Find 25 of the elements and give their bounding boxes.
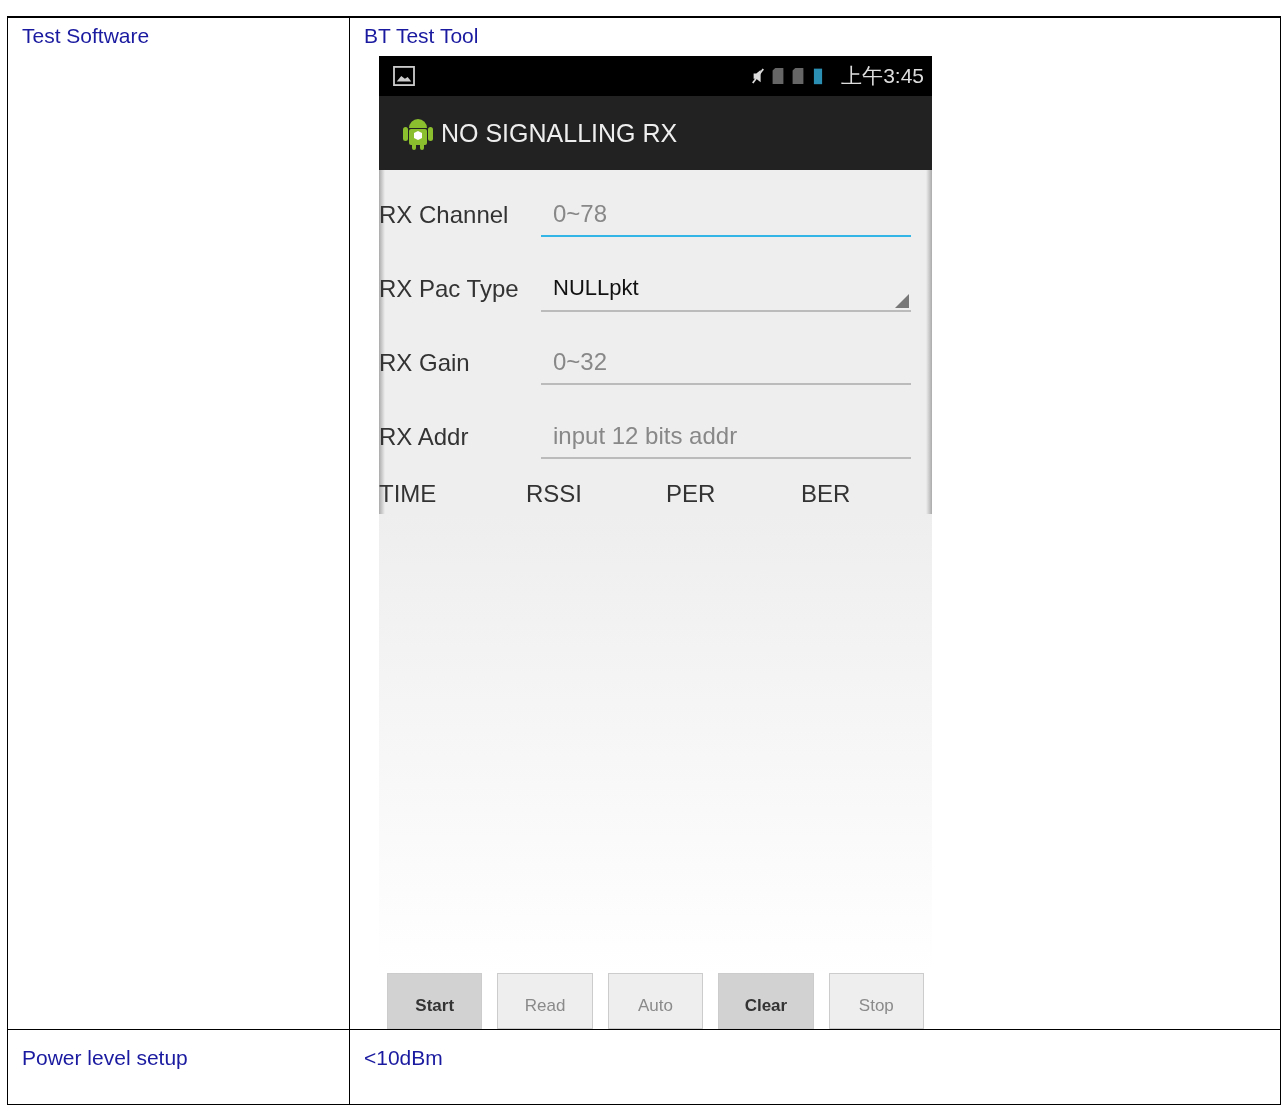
row-value: <10dBm <box>364 1046 443 1069</box>
field-label: RX Pac Type <box>379 275 520 303</box>
field-label: RX Channel <box>379 201 510 229</box>
input-field[interactable]: 0~32 <box>541 341 911 385</box>
sim-card-icon <box>771 67 786 85</box>
action-button[interactable]: Clear <box>718 973 814 1029</box>
field-label: RX Gain <box>379 349 471 377</box>
image-icon <box>393 66 415 86</box>
column-header: TIME <box>379 480 438 508</box>
column-header: PER <box>666 480 717 508</box>
muted-speaker-icon <box>751 67 766 85</box>
dropdown[interactable]: NULLpkt <box>541 266 911 312</box>
row-value: BT Test Tool <box>364 24 479 47</box>
sim-card-icon <box>791 67 806 85</box>
field-label: RX Addr <box>379 423 470 451</box>
action-button[interactable]: Start <box>387 973 483 1029</box>
screen-title: NO SIGNALLING RX <box>441 118 678 148</box>
row-label: Test Software <box>22 24 150 47</box>
status-time: 上午3:45 <box>841 63 924 89</box>
row-label: Power level setup <box>22 1046 188 1069</box>
column-header: BER <box>801 480 851 508</box>
dropdown-arrow-icon <box>895 294 909 308</box>
input-field[interactable]: input 12 bits addr <box>541 415 911 459</box>
input-field[interactable]: 0~78 <box>541 193 911 237</box>
column-header: RSSI <box>526 480 583 508</box>
